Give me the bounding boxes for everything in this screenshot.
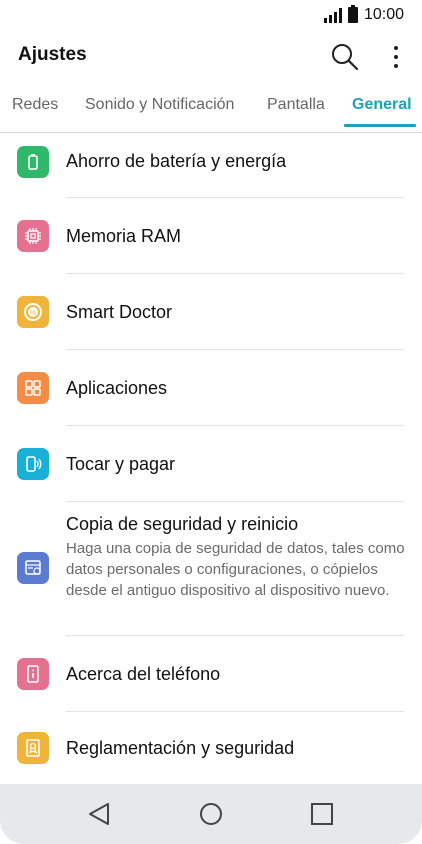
- back-button[interactable]: [82, 798, 116, 830]
- apps-grid-icon: [17, 372, 49, 404]
- search-icon: [332, 44, 359, 71]
- list-item-label: Ahorro de batería y energía: [66, 151, 287, 171]
- back-icon: [89, 803, 109, 825]
- home-icon: [200, 803, 222, 825]
- list-item-ahorro-bateria[interactable]: Ahorro de batería y energía: [0, 133, 422, 198]
- tap-pay-icon: [17, 448, 49, 480]
- list-item-smart-doctor[interactable]: % Smart Doctor: [0, 274, 422, 350]
- more-dot: [394, 64, 398, 68]
- certificate-icon: [17, 732, 49, 764]
- more-options-button[interactable]: [384, 40, 408, 74]
- chip-icon: [17, 220, 49, 252]
- tab-general[interactable]: General: [352, 96, 412, 114]
- list-item-label: Memoria RAM: [66, 226, 182, 246]
- home-button[interactable]: [194, 798, 228, 830]
- svg-text:%: %: [30, 310, 36, 317]
- page-title: Ajustes: [18, 44, 87, 65]
- navigation-bar: [0, 784, 422, 844]
- battery-status-icon: [347, 5, 358, 23]
- list-item-label: Reglamentación y seguridad: [66, 738, 295, 758]
- smart-doctor-icon: %: [17, 296, 49, 328]
- tab-bar: Redes Sonido y Notificación Pantalla Gen…: [0, 88, 422, 133]
- more-dot: [394, 55, 398, 59]
- tab-sonido-notificacion[interactable]: Sonido y Notificación: [85, 96, 234, 114]
- status-bar: 10:00: [0, 0, 422, 30]
- app-bar: Ajustes: [0, 30, 422, 82]
- recent-apps-button[interactable]: [305, 798, 339, 830]
- list-item-label: Acerca del teléfono: [66, 664, 221, 684]
- search-button[interactable]: [328, 40, 362, 74]
- info-phone-icon: [17, 658, 49, 690]
- signal-icon: [323, 7, 342, 23]
- tab-pantalla[interactable]: Pantalla: [267, 96, 325, 114]
- list-item-label: Smart Doctor: [66, 302, 173, 322]
- list-item-aplicaciones[interactable]: Aplicaciones: [0, 350, 422, 426]
- recent-apps-icon: [311, 803, 333, 825]
- more-dot: [394, 46, 398, 50]
- list-item-acerca-telefono[interactable]: Acerca del teléfono: [0, 636, 422, 712]
- clock: 10:00: [363, 6, 404, 23]
- status-icons: 10:00: [323, 5, 404, 24]
- list-item-copia-seguridad[interactable]: Copia de seguridad y reinicio Haga una c…: [0, 502, 422, 636]
- list-item-memoria-ram[interactable]: Memoria RAM: [0, 198, 422, 274]
- list-item-description: Haga una copia de seguridad de datos, ta…: [66, 540, 405, 599]
- tab-redes[interactable]: Redes: [12, 96, 58, 114]
- list-item-tocar-pagar[interactable]: Tocar y pagar: [0, 426, 422, 502]
- list-item-label: Aplicaciones: [66, 378, 168, 398]
- list-item-reglamentacion[interactable]: Reglamentación y seguridad: [0, 712, 422, 784]
- backup-icon: [17, 552, 49, 584]
- battery-icon: [17, 146, 49, 178]
- active-tab-indicator: [344, 124, 416, 127]
- list-item-label: Copia de seguridad y reinicio: [66, 514, 299, 534]
- list-item-label: Tocar y pagar: [66, 454, 176, 474]
